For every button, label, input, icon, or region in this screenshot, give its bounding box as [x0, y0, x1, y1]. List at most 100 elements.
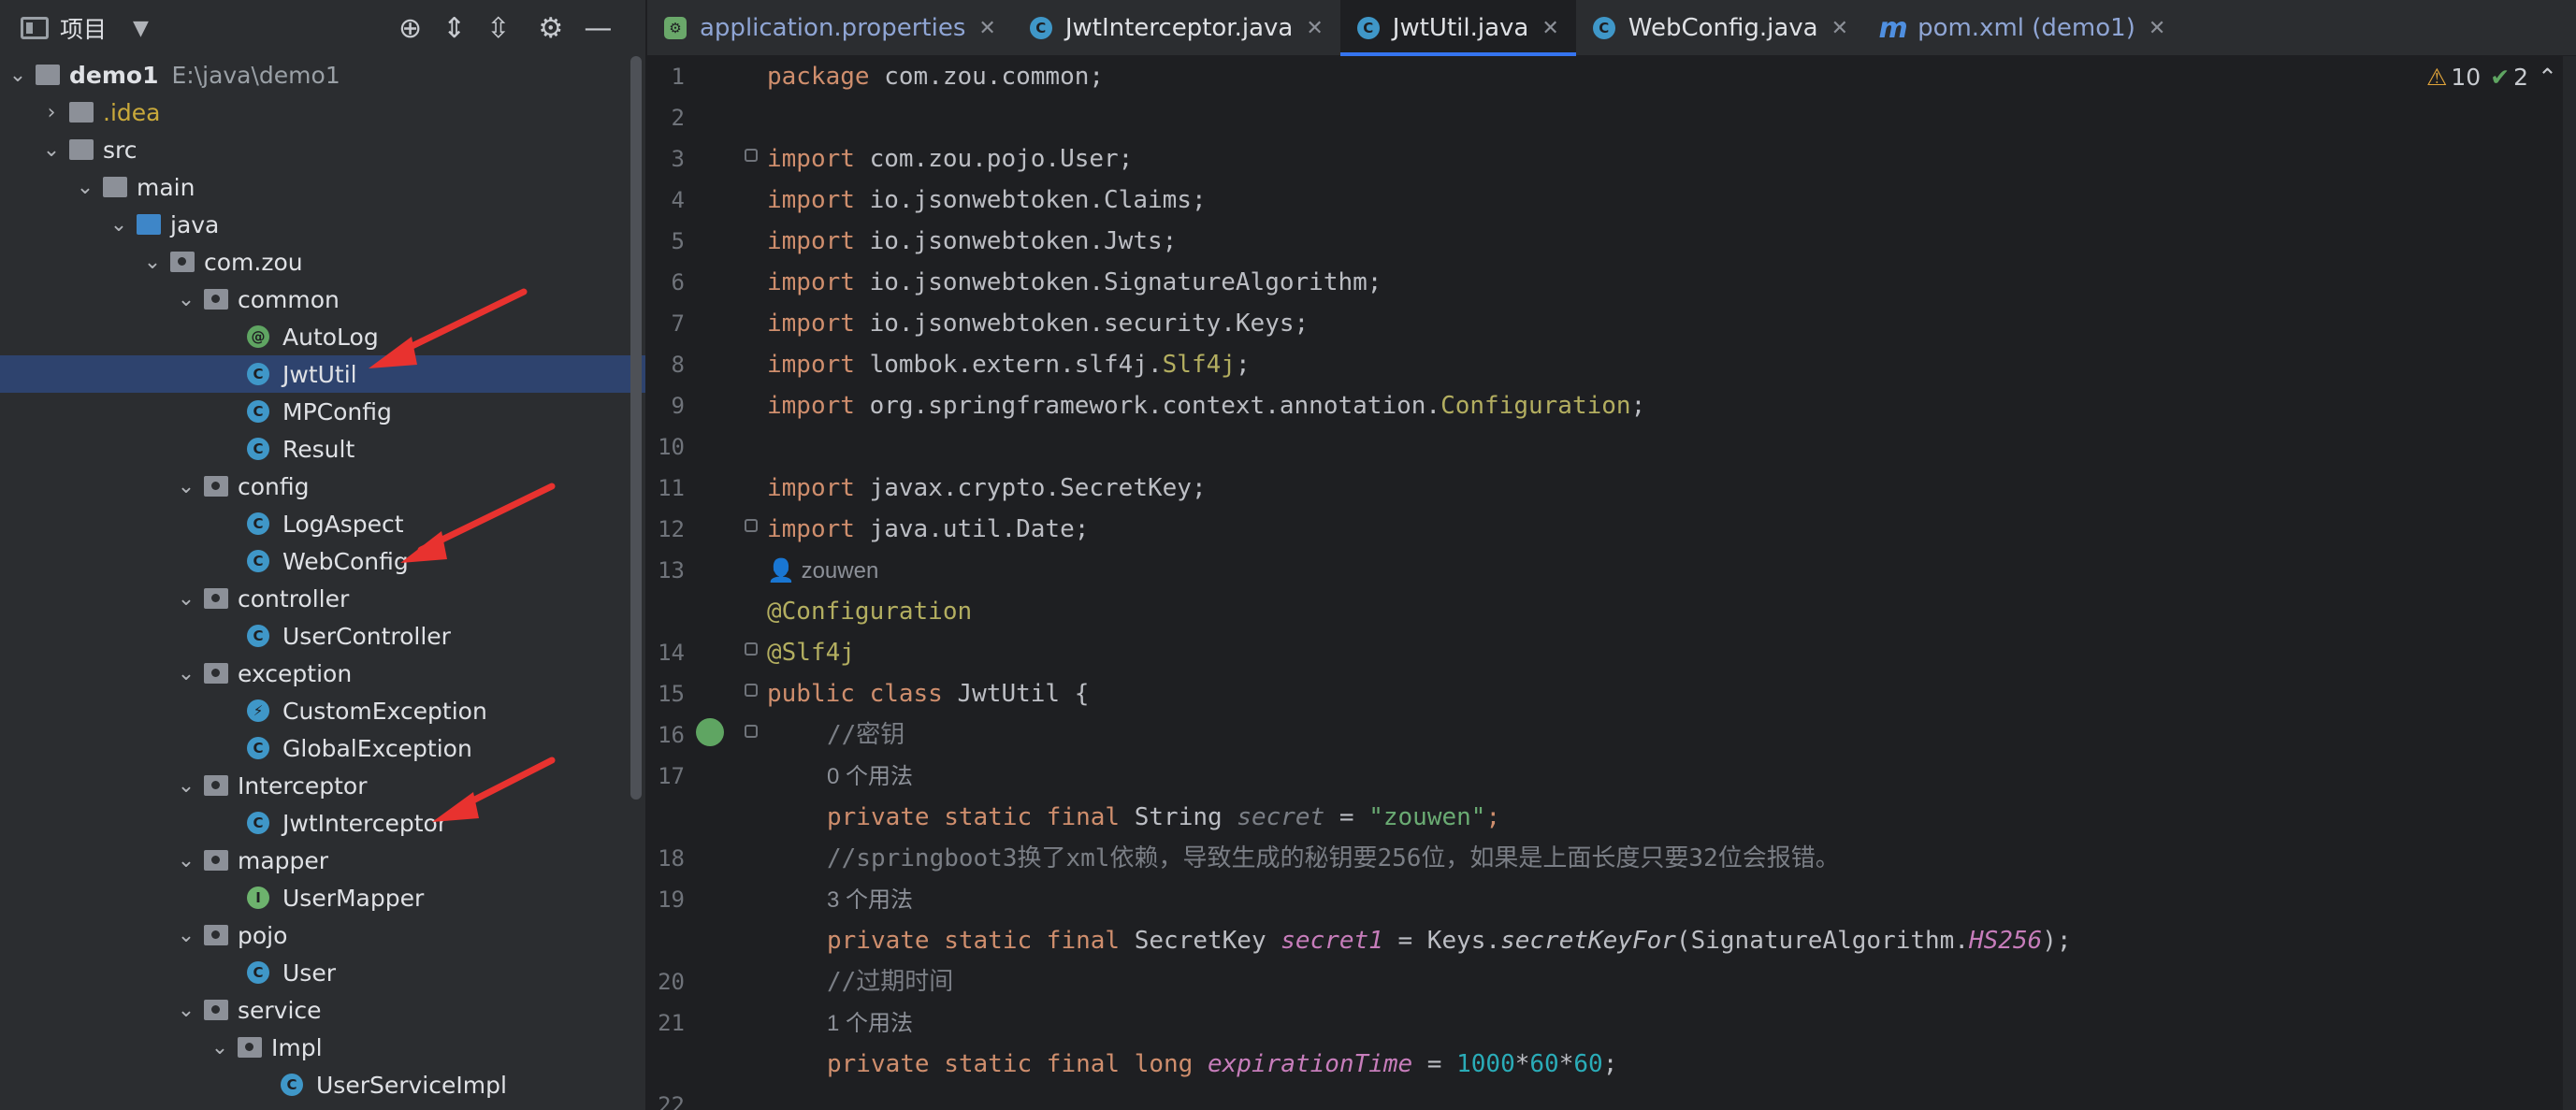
project-tree-scrollbar[interactable] — [630, 56, 642, 800]
tree-item-webconfig[interactable]: C WebConfig — [0, 542, 645, 580]
chevron-down-icon[interactable]: ⌄ — [176, 475, 196, 498]
editor-scrollbar[interactable] — [2563, 56, 2576, 1110]
class-icon: C — [247, 438, 269, 460]
author-hint[interactable]: 👤 zouwen — [767, 550, 878, 591]
chevron-down-icon[interactable]: ▼ — [133, 17, 149, 40]
tree-item-jwtutil[interactable]: C JwtUtil — [0, 355, 645, 393]
close-icon[interactable]: ✕ — [1541, 17, 1558, 40]
tree-item-usercontroller[interactable]: C UserController — [0, 617, 645, 655]
tree-item-jwtinterceptor[interactable]: C JwtInterceptor — [0, 804, 645, 842]
chevron-down-icon[interactable]: ⌄ — [176, 288, 196, 311]
line-number: 11 — [658, 475, 685, 501]
class-icon: C — [247, 812, 269, 834]
chevron-down-icon[interactable]: ⌄ — [176, 849, 196, 872]
line-number: 2 — [671, 105, 685, 131]
tree-item-java[interactable]: ⌄ java — [0, 206, 645, 243]
collapse-all-icon[interactable]: ⇳ — [486, 12, 510, 45]
tree-item-demo1[interactable]: ⌄ demo1 E:\java\demo1 — [0, 56, 645, 94]
chevron-down-icon[interactable]: ⌄ — [176, 587, 196, 611]
tree-item-mapper[interactable]: ⌄ mapper — [0, 842, 645, 879]
minimize-icon[interactable]: — — [584, 12, 612, 45]
line-number: 10 — [658, 434, 685, 460]
tree-item-impl[interactable]: ⌄ Impl — [0, 1029, 645, 1066]
ok-count: 2 — [2513, 64, 2529, 91]
close-icon[interactable]: ✕ — [1831, 17, 1848, 40]
tree-item-usermapper[interactable]: I UserMapper — [0, 879, 645, 916]
line-number: 6 — [671, 269, 685, 296]
tree-item-exception[interactable]: ⌄ exception — [0, 655, 645, 692]
warning-icon: ⚠ — [2425, 64, 2448, 91]
expand-all-icon[interactable]: ⇕ — [442, 12, 466, 45]
code-line: @Configuration — [767, 598, 973, 626]
spring-bean-icon[interactable] — [696, 718, 724, 746]
fold-marker-icon[interactable] — [745, 725, 758, 738]
tab-jwtutil[interactable]: C JwtUtil.java ✕ — [1339, 0, 1576, 56]
close-icon[interactable]: ✕ — [1306, 17, 1323, 40]
line-number: 15 — [658, 681, 685, 707]
check-icon: ✔ — [2490, 64, 2511, 91]
tree-item-common[interactable]: ⌄ common — [0, 281, 645, 318]
tree-item-pojo[interactable]: ⌄ pojo — [0, 916, 645, 954]
tree-item-mpconfig[interactable]: C MPConfig — [0, 393, 645, 430]
tree-item-interceptor[interactable]: ⌄ Interceptor — [0, 767, 645, 804]
tree-item-service[interactable]: ⌄ service — [0, 991, 645, 1029]
chevron-down-icon[interactable]: ⌄ — [176, 999, 196, 1022]
tree-item-controller[interactable]: ⌄ controller — [0, 580, 645, 617]
chevron-down-icon[interactable]: ⌄ — [109, 213, 129, 237]
gear-icon[interactable]: ⚙ — [538, 12, 563, 45]
code-line: @Slf4j — [767, 639, 855, 667]
tree-item-com-zou[interactable]: ⌄ com.zou — [0, 243, 645, 281]
close-icon[interactable]: ✕ — [2149, 17, 2165, 40]
chevron-down-icon[interactable]: ⌄ — [142, 251, 163, 274]
tree-item-label: Impl — [271, 1033, 323, 1061]
chevron-down-icon[interactable]: ⌄ — [176, 662, 196, 685]
chevron-down-icon[interactable]: ⌄ — [41, 138, 62, 162]
tree-item-idea[interactable]: › .idea — [0, 94, 645, 131]
fold-marker-icon[interactable] — [745, 642, 758, 656]
module-folder-icon — [36, 65, 60, 85]
tree-item-label: common — [238, 285, 340, 313]
code-line: //过期时间 — [827, 968, 954, 996]
tree-item-logaspect[interactable]: C LogAspect — [0, 505, 645, 542]
tree-item-main[interactable]: ⌄ main — [0, 168, 645, 206]
chevron-down-icon[interactable]: ⌄ — [176, 924, 196, 947]
fold-marker-icon[interactable] — [745, 684, 758, 697]
tree-item-src[interactable]: ⌄ src — [0, 131, 645, 168]
class-icon: C — [247, 550, 269, 572]
tree-item-user[interactable]: C User — [0, 954, 645, 991]
chevron-up-icon[interactable]: ⌃ — [2538, 64, 2557, 91]
tree-item-result[interactable]: C Result — [0, 430, 645, 468]
class-icon: C — [247, 737, 269, 759]
tree-item-globalexception[interactable]: C GlobalException — [0, 729, 645, 767]
tree-item-config[interactable]: ⌄ config — [0, 468, 645, 505]
close-icon[interactable]: ✕ — [978, 17, 995, 40]
tab-jwtinterceptor[interactable]: C JwtInterceptor.java ✕ — [1013, 0, 1340, 56]
tree-item-label: UserController — [282, 622, 451, 650]
line-number-gutter: 1 2 3 4 5 6 7 8 9 10 11 12 13 14 15 16 1… — [647, 56, 758, 1110]
tab-pom-xml[interactable]: m pom.xml (demo1) ✕ — [1865, 0, 2182, 56]
usage-hint[interactable]: 0 个用法 — [767, 756, 913, 797]
chevron-down-icon[interactable]: ⌄ — [210, 1036, 230, 1060]
code-line: //密钥 — [827, 721, 905, 749]
chevron-down-icon[interactable]: ⌄ — [7, 64, 28, 87]
usage-hint[interactable]: 3 个用法 — [767, 879, 913, 920]
line-number: 17 — [658, 763, 685, 789]
line-number: 4 — [671, 187, 685, 213]
chevron-right-icon[interactable]: › — [41, 101, 62, 124]
locate-file-icon[interactable]: ⊕ — [398, 12, 422, 45]
tree-item-userserviceimpl[interactable]: C UserServiceImpl — [0, 1066, 645, 1103]
fold-marker-icon[interactable] — [745, 149, 758, 162]
chevron-down-icon[interactable]: ⌄ — [75, 176, 95, 199]
project-view-selector[interactable]: 项目 ▼ — [21, 11, 149, 45]
usage-hint[interactable]: 1 个用法 — [767, 1002, 913, 1044]
tree-item-autolog[interactable]: @ AutoLog — [0, 318, 645, 355]
tree-item-label: JwtInterceptor — [282, 809, 448, 837]
tab-application-properties[interactable]: ⚙ application.properties ✕ — [647, 0, 1013, 56]
chevron-down-icon[interactable]: ⌄ — [176, 774, 196, 798]
inspection-widget[interactable]: ⚠ 10 ✔ 2 ⌃ — [2417, 64, 2557, 91]
tab-webconfig[interactable]: C WebConfig.java ✕ — [1576, 0, 1865, 56]
line-number: 18 — [658, 845, 685, 872]
fold-marker-icon[interactable] — [745, 519, 758, 532]
tree-item-customexception[interactable]: ⚡ CustomException — [0, 692, 645, 729]
tree-item-label: mapper — [238, 846, 329, 874]
